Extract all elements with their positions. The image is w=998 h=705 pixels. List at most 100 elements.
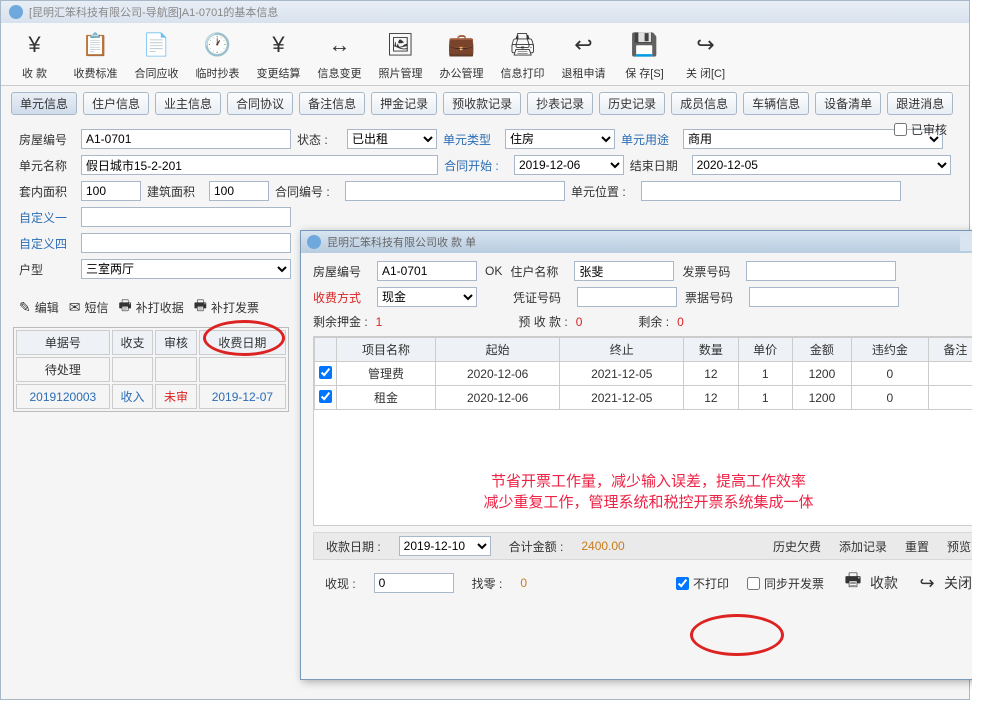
highlight-circle-reprint-invoice [203,320,285,356]
tab-3[interactable]: 合同协议 [227,92,293,115]
toolbar-icon: ¥ [259,27,299,63]
p-resident-input[interactable] [574,261,674,281]
table-row[interactable]: 2019120003收入未审2019-12-07 [16,384,286,409]
tab-0[interactable]: 单元信息 [11,92,77,115]
pay-date-select[interactable]: 2019-12-10 [399,536,491,556]
sync-invoice-checkbox-wrap[interactable]: 同步开发票 [747,575,824,592]
p-resident-label: 住户名称 [510,263,566,280]
toolbar-item-10[interactable]: 💾保 存[S] [617,27,672,81]
unit-name-label: 单元名称 [19,157,75,174]
history-link[interactable]: 历史欠费 [773,538,821,555]
reprint-receipt-button[interactable]: 🖶补打收据 [119,295,184,319]
popup-note: 节省开票工作量，减少输入误差，提高工作效率 减少重复工作，管理系统和税控开票系统… [314,470,983,512]
p-voucher-input[interactable] [577,287,677,307]
toolbar-label: 保 存[S] [617,65,672,81]
contract-start-label[interactable]: 合同开始 : [444,157,508,174]
note-line1: 节省开票工作量，减少输入误差，提高工作效率 [314,470,983,491]
reprint-invoice-button[interactable]: 🖶补打发票 [194,295,259,319]
toolbar-item-8[interactable]: 🖨信息打印 [495,27,550,81]
no-print-checkbox-wrap[interactable]: 不打印 [676,575,729,592]
change-value: 0 [520,576,527,590]
ok-button[interactable]: OK [485,264,502,278]
unit-name-input[interactable] [81,155,438,175]
p-bill-no-input[interactable] [749,287,899,307]
custom1-label[interactable]: 自定义一 [19,209,75,226]
p-pay-method-select[interactable]: 现金 [377,287,477,307]
custom1-input[interactable] [81,207,291,227]
reviewed-checkbox[interactable] [894,123,907,136]
grid-row[interactable]: 租金2020-12-062021-12-0512112000 [315,386,983,410]
tab-9[interactable]: 成员信息 [671,92,737,115]
table-row[interactable]: 待处理 [16,357,286,382]
contract-no-input[interactable] [345,181,565,201]
tab-8[interactable]: 历史记录 [599,92,665,115]
suite-area-input[interactable] [81,181,141,201]
no-print-checkbox[interactable] [676,577,689,590]
tab-4[interactable]: 备注信息 [299,92,365,115]
toolbar-item-1[interactable]: 📋收费标准 [68,27,123,81]
popup-title-bar: 昆明汇笨科技有限公司收 款 单 × [301,231,996,253]
contract-no-label: 合同编号 : [275,183,339,200]
tab-6[interactable]: 预收款记录 [443,92,521,115]
app-icon [9,5,23,19]
toolbar-item-9[interactable]: ↩退租申请 [556,27,611,81]
build-area-input[interactable] [209,181,269,201]
pay-button[interactable]: 🖶收款 [842,572,898,594]
reset-link[interactable]: 重置 [905,538,929,555]
p-voucher-label: 凭证号码 [513,289,569,306]
toolbar-item-6[interactable]: 🖼照片管理 [373,27,428,81]
unit-type-label[interactable]: 单元类型 [443,131,499,148]
grid-header: 违约金 [852,338,929,362]
total-value: 2400.00 [581,539,624,553]
toolbar-label: 临时抄表 [190,65,245,81]
toolbar-item-4[interactable]: ¥变更结算 [251,27,306,81]
row-checkbox[interactable] [319,390,332,403]
house-type-select[interactable]: 三室两厅 [81,259,291,279]
toolbar-label: 收 款 [7,65,62,81]
house-code-label: 房屋编号 [19,131,75,148]
end-date-select[interactable]: 2020-12-05 [692,155,951,175]
grid-header: 项目名称 [337,338,436,362]
sms-button[interactable]: ✉短信 [69,299,109,316]
prepay-value: 0 [576,315,583,329]
toolbar-item-7[interactable]: 💼办公管理 [434,27,489,81]
row-checkbox[interactable] [319,366,332,379]
tab-10[interactable]: 车辆信息 [743,92,809,115]
contract-start-select[interactable]: 2019-12-06 [514,155,624,175]
tab-1[interactable]: 住户信息 [83,92,149,115]
tab-5[interactable]: 押金记录 [371,92,437,115]
p-invoice-no-input[interactable] [746,261,896,281]
preview-link[interactable]: 预览 [947,538,971,555]
end-date-label: 结束日期 [630,157,686,174]
p-house-code-input[interactable] [377,261,477,281]
close-button[interactable]: ↪关闭 [916,572,972,594]
toolbar-item-3[interactable]: 🕐临时抄表 [190,27,245,81]
status-select[interactable]: 已出租 [347,129,437,149]
unit-purpose-label[interactable]: 单元用途 [621,131,677,148]
custom4-label[interactable]: 自定义四 [19,235,75,252]
toolbar-item-0[interactable]: ¥收 款 [7,27,62,81]
printer-icon: 🖶 [842,572,864,594]
unit-pos-input[interactable] [641,181,901,201]
main-title: [昆明汇笨科技有限公司-导航图]A1-0701的基本信息 [29,4,278,20]
toolbar-item-2[interactable]: 📄合同应收 [129,27,184,81]
tab-2[interactable]: 业主信息 [155,92,221,115]
custom4-input[interactable] [81,233,291,253]
edit-button[interactable]: ✎编辑 [19,299,59,316]
toolbar-item-5[interactable]: ↔信息变更 [312,27,367,81]
add-record-link[interactable]: 添加记录 [839,538,887,555]
toolbar-item-11[interactable]: ↪关 闭[C] [678,27,733,81]
received-input[interactable] [374,573,454,593]
tab-11[interactable]: 设备清单 [815,92,881,115]
remain-value: 0 [677,315,684,329]
tab-7[interactable]: 抄表记录 [527,92,593,115]
toolbar-icon: 🖼 [381,27,421,63]
grid-row[interactable]: 管理费2020-12-062021-12-0512112000 [315,362,983,386]
note-line2: 减少重复工作，管理系统和税控开票系统集成一体 [314,491,983,512]
sync-invoice-checkbox[interactable] [747,577,760,590]
popup-title: 昆明汇笨科技有限公司收 款 单 [327,234,476,250]
house-code-input[interactable] [81,129,291,149]
tab-12[interactable]: 跟进消息 [887,92,953,115]
unit-type-select[interactable]: 住房 [505,129,615,149]
toolbar-icon: 📄 [137,27,177,63]
